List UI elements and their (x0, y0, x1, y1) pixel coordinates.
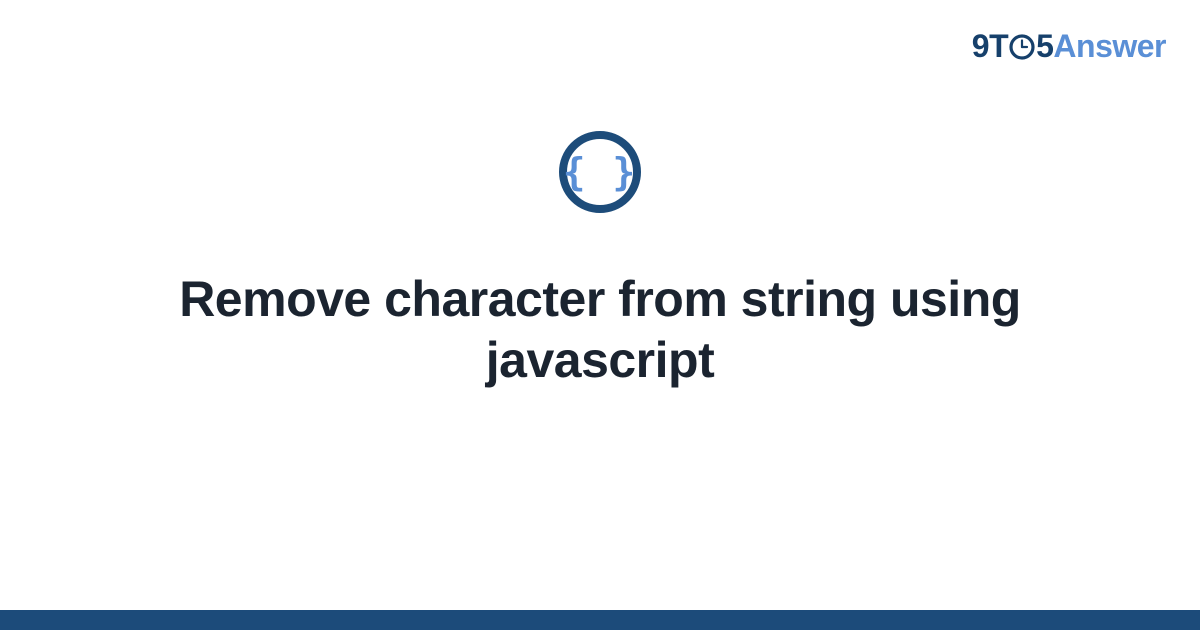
brand-text-answer: Answer (1053, 28, 1166, 65)
clock-icon (1009, 34, 1035, 60)
footer-bar (0, 610, 1200, 630)
site-logo: 9T 5 Answer (972, 28, 1166, 65)
brand-text-9t: 9T (972, 28, 1008, 65)
code-braces-icon: { } (558, 130, 642, 219)
hero-section: { } Remove character from string using j… (0, 130, 1200, 391)
brand-text-5: 5 (1036, 28, 1053, 65)
page-title: Remove character from string using javas… (120, 269, 1080, 391)
page: 9T 5 Answer { } Remove character from st… (0, 0, 1200, 630)
svg-text:{ }: { } (563, 150, 638, 194)
